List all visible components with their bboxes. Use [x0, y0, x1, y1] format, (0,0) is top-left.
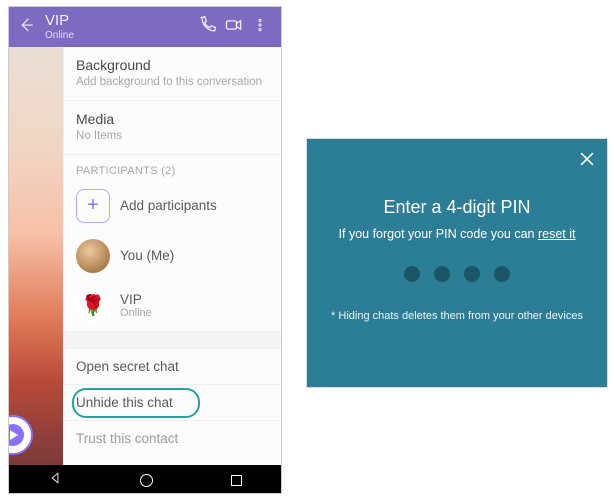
pin-dialog: Enter a 4-digit PIN If you forgot your P…	[306, 138, 608, 388]
avatar: 🌹	[76, 289, 110, 323]
pin-dot	[434, 266, 450, 282]
nav-back-icon[interactable]	[48, 471, 62, 490]
add-participants-label: Add participants	[120, 198, 217, 213]
back-icon[interactable]	[17, 16, 35, 39]
dialog-sub-pre: If you forgot your PIN code you can	[339, 227, 538, 241]
participant-name: VIP	[120, 292, 152, 307]
close-icon[interactable]	[577, 149, 597, 169]
nav-home-icon[interactable]	[140, 474, 153, 487]
participant-info: VIP Online	[120, 292, 152, 319]
participant-name: You (Me)	[120, 248, 174, 263]
avatar	[76, 239, 110, 273]
section-title: Background	[76, 57, 269, 73]
chat-status: Online	[45, 30, 195, 41]
dialog-subtitle: If you forgot your PIN code you can rese…	[325, 226, 589, 244]
play-icon	[8, 424, 24, 446]
background-section[interactable]: Background Add background to this conver…	[64, 47, 281, 101]
android-navbar	[9, 465, 281, 494]
phone-body: Background Add background to this conver…	[9, 47, 281, 465]
pin-dot	[494, 266, 510, 282]
chat-info-panel: Background Add background to this conver…	[63, 47, 281, 465]
section-title: Media	[76, 111, 269, 127]
media-section[interactable]: Media No Items	[64, 101, 281, 155]
participant-row[interactable]: 🌹 VIP Online	[64, 281, 281, 331]
section-gap	[64, 331, 281, 349]
phone-screenshot: VIP Online Background Add background to …	[8, 6, 282, 494]
pin-dots[interactable]	[325, 266, 589, 282]
dialog-title: Enter a 4-digit PIN	[325, 197, 589, 218]
pin-dot	[464, 266, 480, 282]
chat-title: VIP	[45, 13, 195, 30]
participant-status: Online	[120, 307, 152, 319]
participants-header: PARTICIPANTS (2)	[64, 155, 281, 181]
more-icon[interactable]	[247, 15, 273, 40]
nav-recent-icon[interactable]	[231, 475, 242, 486]
open-secret-chat[interactable]: Open secret chat	[64, 349, 281, 385]
add-participants-row[interactable]: + Add participants	[64, 181, 281, 231]
chat-header: VIP Online	[9, 7, 281, 47]
plus-icon: +	[76, 189, 110, 223]
chat-wallpaper	[9, 47, 63, 465]
call-icon[interactable]	[195, 15, 221, 40]
participant-row[interactable]: You (Me)	[64, 231, 281, 281]
pin-dot	[404, 266, 420, 282]
video-call-icon[interactable]	[221, 15, 247, 40]
unhide-this-chat[interactable]: Unhide this chat	[64, 385, 281, 421]
reset-link[interactable]: reset it	[538, 227, 576, 241]
section-subtitle: No Items	[76, 129, 269, 144]
section-subtitle: Add background to this conversation	[76, 75, 269, 90]
trust-contact[interactable]: Trust this contact	[64, 421, 281, 456]
header-title-box: VIP Online	[45, 13, 195, 41]
dialog-footer: * Hiding chats deletes them from your ot…	[325, 310, 589, 322]
